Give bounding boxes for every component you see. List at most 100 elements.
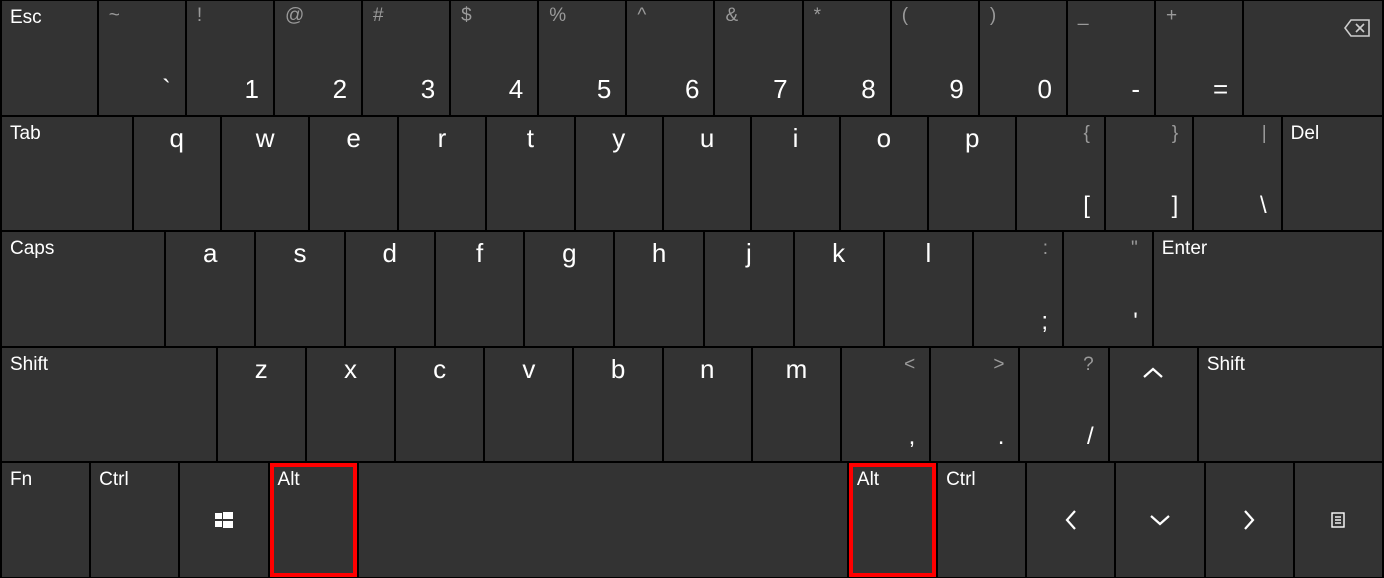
key-w[interactable]: w — [222, 117, 308, 231]
key-d[interactable]: d — [346, 232, 434, 346]
key-alt-left[interactable]: Alt — [270, 463, 357, 577]
backspace-icon — [1344, 19, 1370, 37]
key-m[interactable]: m — [753, 348, 840, 462]
key-apostrophe-lower: ' — [1133, 308, 1138, 336]
key-a-label: a — [166, 238, 254, 269]
key-rbracket[interactable]: }] — [1106, 117, 1192, 231]
key-comma[interactable]: <, — [842, 348, 929, 462]
key-9[interactable]: (9 — [892, 1, 978, 115]
key-backslash[interactable]: |\ — [1194, 117, 1280, 231]
key-n[interactable]: n — [664, 348, 751, 462]
key-backtick[interactable]: ~` — [99, 1, 185, 115]
key-h[interactable]: h — [615, 232, 703, 346]
key-u[interactable]: u — [664, 117, 750, 231]
key-t[interactable]: t — [487, 117, 573, 231]
key-shift-right[interactable]: Shift — [1199, 348, 1382, 462]
key-f[interactable]: f — [436, 232, 524, 346]
key-e-label: e — [310, 123, 396, 154]
key-3-lower: 3 — [421, 74, 435, 105]
key-apostrophe[interactable]: "' — [1064, 232, 1152, 346]
key-arrow-down[interactable] — [1116, 463, 1203, 577]
key-fn-label: Fn — [10, 469, 32, 491]
key-7[interactable]: &7 — [715, 1, 801, 115]
key-b[interactable]: b — [574, 348, 661, 462]
key-q[interactable]: q — [134, 117, 220, 231]
key-slash[interactable]: ?/ — [1020, 348, 1107, 462]
key-windows[interactable] — [180, 463, 267, 577]
key-4[interactable]: $4 — [451, 1, 537, 115]
key-semicolon[interactable]: :; — [974, 232, 1062, 346]
key-1-upper: ! — [197, 5, 202, 27]
key-tab[interactable]: Tab — [2, 117, 132, 231]
key-o[interactable]: o — [841, 117, 927, 231]
key-s[interactable]: s — [256, 232, 344, 346]
key-equals[interactable]: += — [1156, 1, 1242, 115]
key-y-label: y — [576, 123, 662, 154]
key-j-label: j — [705, 238, 793, 269]
key-v[interactable]: v — [485, 348, 572, 462]
key-shift-left[interactable]: Shift — [2, 348, 216, 462]
key-1[interactable]: !1 — [187, 1, 273, 115]
key-alt-right[interactable]: Alt — [849, 463, 936, 577]
key-7-lower: 7 — [773, 74, 787, 105]
key-shift-left-label: Shift — [10, 354, 48, 376]
key-fn[interactable]: Fn — [2, 463, 89, 577]
key-x[interactable]: x — [307, 348, 394, 462]
key-l[interactable]: l — [885, 232, 973, 346]
key-e[interactable]: e — [310, 117, 396, 231]
key-g[interactable]: g — [525, 232, 613, 346]
row-3: Caps a s d f g h j k l :; "' Enter — [0, 231, 1384, 347]
key-q-label: q — [134, 123, 220, 154]
key-backspace[interactable] — [1244, 1, 1382, 115]
key-k[interactable]: k — [795, 232, 883, 346]
key-5[interactable]: %5 — [539, 1, 625, 115]
key-8-upper: * — [814, 5, 821, 27]
context-menu-icon — [1331, 512, 1345, 528]
key-2[interactable]: @2 — [275, 1, 361, 115]
key-arrow-up[interactable] — [1110, 348, 1197, 462]
key-y[interactable]: y — [576, 117, 662, 231]
key-lbracket-upper: { — [1084, 123, 1090, 145]
key-arrow-left[interactable] — [1027, 463, 1114, 577]
key-5-upper: % — [549, 5, 566, 27]
key-u-label: u — [664, 123, 750, 154]
key-period-upper: > — [993, 354, 1004, 376]
key-menu[interactable] — [1295, 463, 1382, 577]
key-period-lower: . — [998, 423, 1005, 451]
key-esc[interactable]: Esc — [2, 1, 97, 115]
key-8[interactable]: *8 — [804, 1, 890, 115]
key-alt-left-label: Alt — [278, 469, 300, 491]
key-6[interactable]: ^6 — [627, 1, 713, 115]
chevron-down-icon — [1148, 513, 1172, 527]
key-del[interactable]: Del — [1283, 117, 1382, 231]
key-0[interactable]: )0 — [980, 1, 1066, 115]
key-w-label: w — [222, 123, 308, 154]
key-minus[interactable]: _- — [1068, 1, 1154, 115]
key-ctrl-right[interactable]: Ctrl — [938, 463, 1025, 577]
key-r[interactable]: r — [399, 117, 485, 231]
key-semicolon-lower: ; — [1041, 308, 1048, 336]
key-3[interactable]: #3 — [363, 1, 449, 115]
key-d-label: d — [346, 238, 434, 269]
key-period[interactable]: >. — [931, 348, 1018, 462]
chevron-up-icon — [1141, 366, 1165, 380]
key-caps[interactable]: Caps — [2, 232, 164, 346]
key-z[interactable]: z — [218, 348, 305, 462]
key-p-label: p — [929, 123, 1015, 154]
key-rbracket-upper: } — [1172, 123, 1178, 145]
key-j[interactable]: j — [705, 232, 793, 346]
key-arrow-right[interactable] — [1206, 463, 1293, 577]
key-a[interactable]: a — [166, 232, 254, 346]
key-p[interactable]: p — [929, 117, 1015, 231]
key-lbracket[interactable]: {[ — [1017, 117, 1103, 231]
row-4: Shift z x c v b n m <, >. ?/ Shift — [0, 347, 1384, 463]
key-enter[interactable]: Enter — [1154, 232, 1382, 346]
key-space[interactable] — [359, 463, 847, 577]
key-slash-lower: / — [1087, 423, 1094, 451]
key-backtick-lower: ` — [162, 74, 171, 105]
key-ctrl-left[interactable]: Ctrl — [91, 463, 178, 577]
key-6-lower: 6 — [685, 74, 699, 105]
key-c[interactable]: c — [396, 348, 483, 462]
key-i[interactable]: i — [752, 117, 838, 231]
key-9-upper: ( — [902, 5, 908, 27]
